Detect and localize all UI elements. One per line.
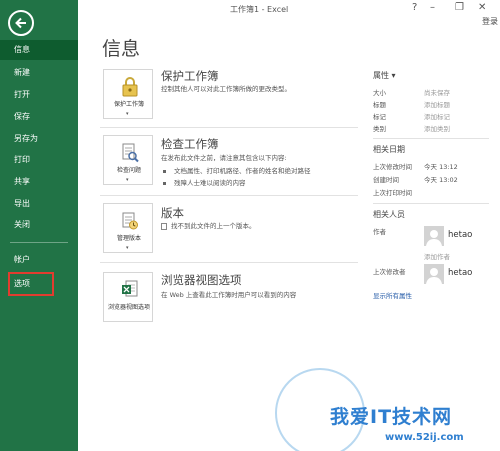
modified-by-avatar xyxy=(424,264,444,284)
browser-view-options-title: 浏览器视图选项 xyxy=(161,273,242,287)
sidebar-divider xyxy=(10,242,68,243)
watermark-url: www.52ij.com xyxy=(385,432,464,443)
prop-value-title[interactable]: 添加标题 xyxy=(424,99,450,109)
prop-label-tags: 标记 xyxy=(373,113,386,121)
lock-key-icon xyxy=(122,77,138,97)
author-label: 作者 xyxy=(373,228,386,236)
prop-label-category: 类别 xyxy=(373,125,386,133)
browser-view-options-desc: 在 Web 上查看此工作簿时用户可以看到的内容 xyxy=(161,291,297,299)
manage-versions-label: 管理版本 xyxy=(116,235,141,242)
restore-button[interactable]: ❐ xyxy=(455,2,464,13)
date-value-modified: 今天 13:12 xyxy=(424,163,458,171)
chevron-down-icon: ▾ xyxy=(126,177,129,183)
prop-label-size: 大小 xyxy=(373,89,386,97)
inspect-workbook-title: 检查工作簿 xyxy=(161,137,219,151)
date-label-printed: 上次打印时间 xyxy=(373,189,412,197)
window-title: 工作簿1 - Excel xyxy=(230,5,289,14)
person-icon xyxy=(426,230,442,246)
nav-export[interactable]: 导出 xyxy=(0,194,78,214)
modified-by-name[interactable]: hetao xyxy=(448,268,472,278)
nav-new[interactable]: 新建 xyxy=(0,63,78,83)
author-name[interactable]: hetao xyxy=(448,230,472,240)
prop-divider xyxy=(373,203,489,204)
section-divider xyxy=(100,127,358,128)
section-divider xyxy=(100,195,358,196)
nav-save-as[interactable]: 另存为 xyxy=(0,129,78,149)
check-issues-label: 检查问题 xyxy=(116,167,141,174)
prop-label-title: 标题 xyxy=(373,101,386,109)
section-divider xyxy=(100,262,358,263)
back-button[interactable] xyxy=(8,10,34,36)
versions-desc-text: 找不到此文件的上一个版本。 xyxy=(171,222,256,230)
options-highlight-box xyxy=(8,272,54,296)
protect-workbook-title: 保护工作簿 xyxy=(161,69,219,83)
prop-value-tags[interactable]: 添加标记 xyxy=(424,111,450,121)
nav-info[interactable]: 信息 xyxy=(0,40,78,60)
versions-doc-icon xyxy=(161,222,167,230)
nav-share[interactable]: 共享 xyxy=(0,172,78,192)
inspect-bullet: 文档属性、打印机路径、作者的姓名和绝对路径 xyxy=(163,165,311,175)
page-title: 信息 xyxy=(102,38,141,60)
login-link[interactable]: 登录 xyxy=(482,16,498,27)
minimize-button[interactable]: – xyxy=(430,2,435,13)
inspect-workbook-desc: 在发布此文件之前，请注意其包含以下内容: xyxy=(161,154,287,162)
date-label-modified: 上次修改时间 xyxy=(373,163,412,171)
check-issues-button[interactable]: 检查问题 ▾ xyxy=(103,135,153,185)
protect-workbook-desc: 控制其他人可以对此工作簿所做的更改类型。 xyxy=(161,85,291,93)
nav-save[interactable]: 保存 xyxy=(0,107,78,127)
show-all-properties-link[interactable]: 显示所有属性 xyxy=(373,290,412,300)
excel-browser-icon xyxy=(122,280,138,297)
manage-versions-icon xyxy=(122,212,138,230)
modified-by-label: 上次修改者 xyxy=(373,268,406,276)
nav-close[interactable]: 关闭 xyxy=(0,215,78,235)
backstage-sidebar: 信息 新建 打开 保存 另存为 打印 共享 导出 关闭 帐户 选项 xyxy=(0,0,78,451)
chevron-down-icon: ▾ xyxy=(126,111,129,117)
manage-versions-button[interactable]: 管理版本 ▾ xyxy=(103,203,153,253)
add-author-link[interactable]: 添加作者 xyxy=(424,251,450,261)
prop-value-size: 尚未保存 xyxy=(424,89,450,97)
prop-value-category[interactable]: 添加类别 xyxy=(424,123,450,133)
protect-workbook-button[interactable]: 保护工作簿 ▾ xyxy=(103,69,153,119)
nav-account[interactable]: 帐户 xyxy=(0,250,78,270)
person-icon xyxy=(426,268,442,284)
dates-header: 相关日期 xyxy=(373,145,405,154)
people-header: 相关人员 xyxy=(373,210,405,219)
protect-workbook-label: 保护工作簿 xyxy=(113,101,144,108)
help-button[interactable]: ? xyxy=(412,2,417,13)
watermark-text: 我爱IT技术网 xyxy=(330,406,453,428)
properties-header[interactable]: 属性 ▾ xyxy=(373,70,396,81)
versions-desc: 找不到此文件的上一个版本。 xyxy=(161,221,256,232)
inspect-bullet: 残障人士难以阅读的内容 xyxy=(163,177,246,187)
versions-title: 版本 xyxy=(161,206,184,220)
author-avatar xyxy=(424,226,444,246)
back-arrow-icon xyxy=(15,17,26,29)
browser-view-options-button[interactable]: 浏览器视图选项 xyxy=(103,272,153,322)
inspect-bullet-text: 文档属性、打印机路径、作者的姓名和绝对路径 xyxy=(174,167,311,175)
close-button[interactable]: ✕ xyxy=(478,2,486,13)
bullet-square-icon xyxy=(163,169,166,173)
chevron-down-icon: ▾ xyxy=(126,245,129,251)
date-value-created: 今天 13:02 xyxy=(424,176,458,184)
inspect-document-icon xyxy=(122,143,139,163)
bullet-square-icon xyxy=(163,181,166,185)
nav-print[interactable]: 打印 xyxy=(0,150,78,170)
date-label-created: 创建时间 xyxy=(373,176,399,184)
prop-divider xyxy=(373,138,489,139)
nav-open[interactable]: 打开 xyxy=(0,85,78,105)
inspect-bullet-text: 残障人士难以阅读的内容 xyxy=(174,179,246,187)
browser-view-options-label: 浏览器视图选项 xyxy=(107,304,150,311)
